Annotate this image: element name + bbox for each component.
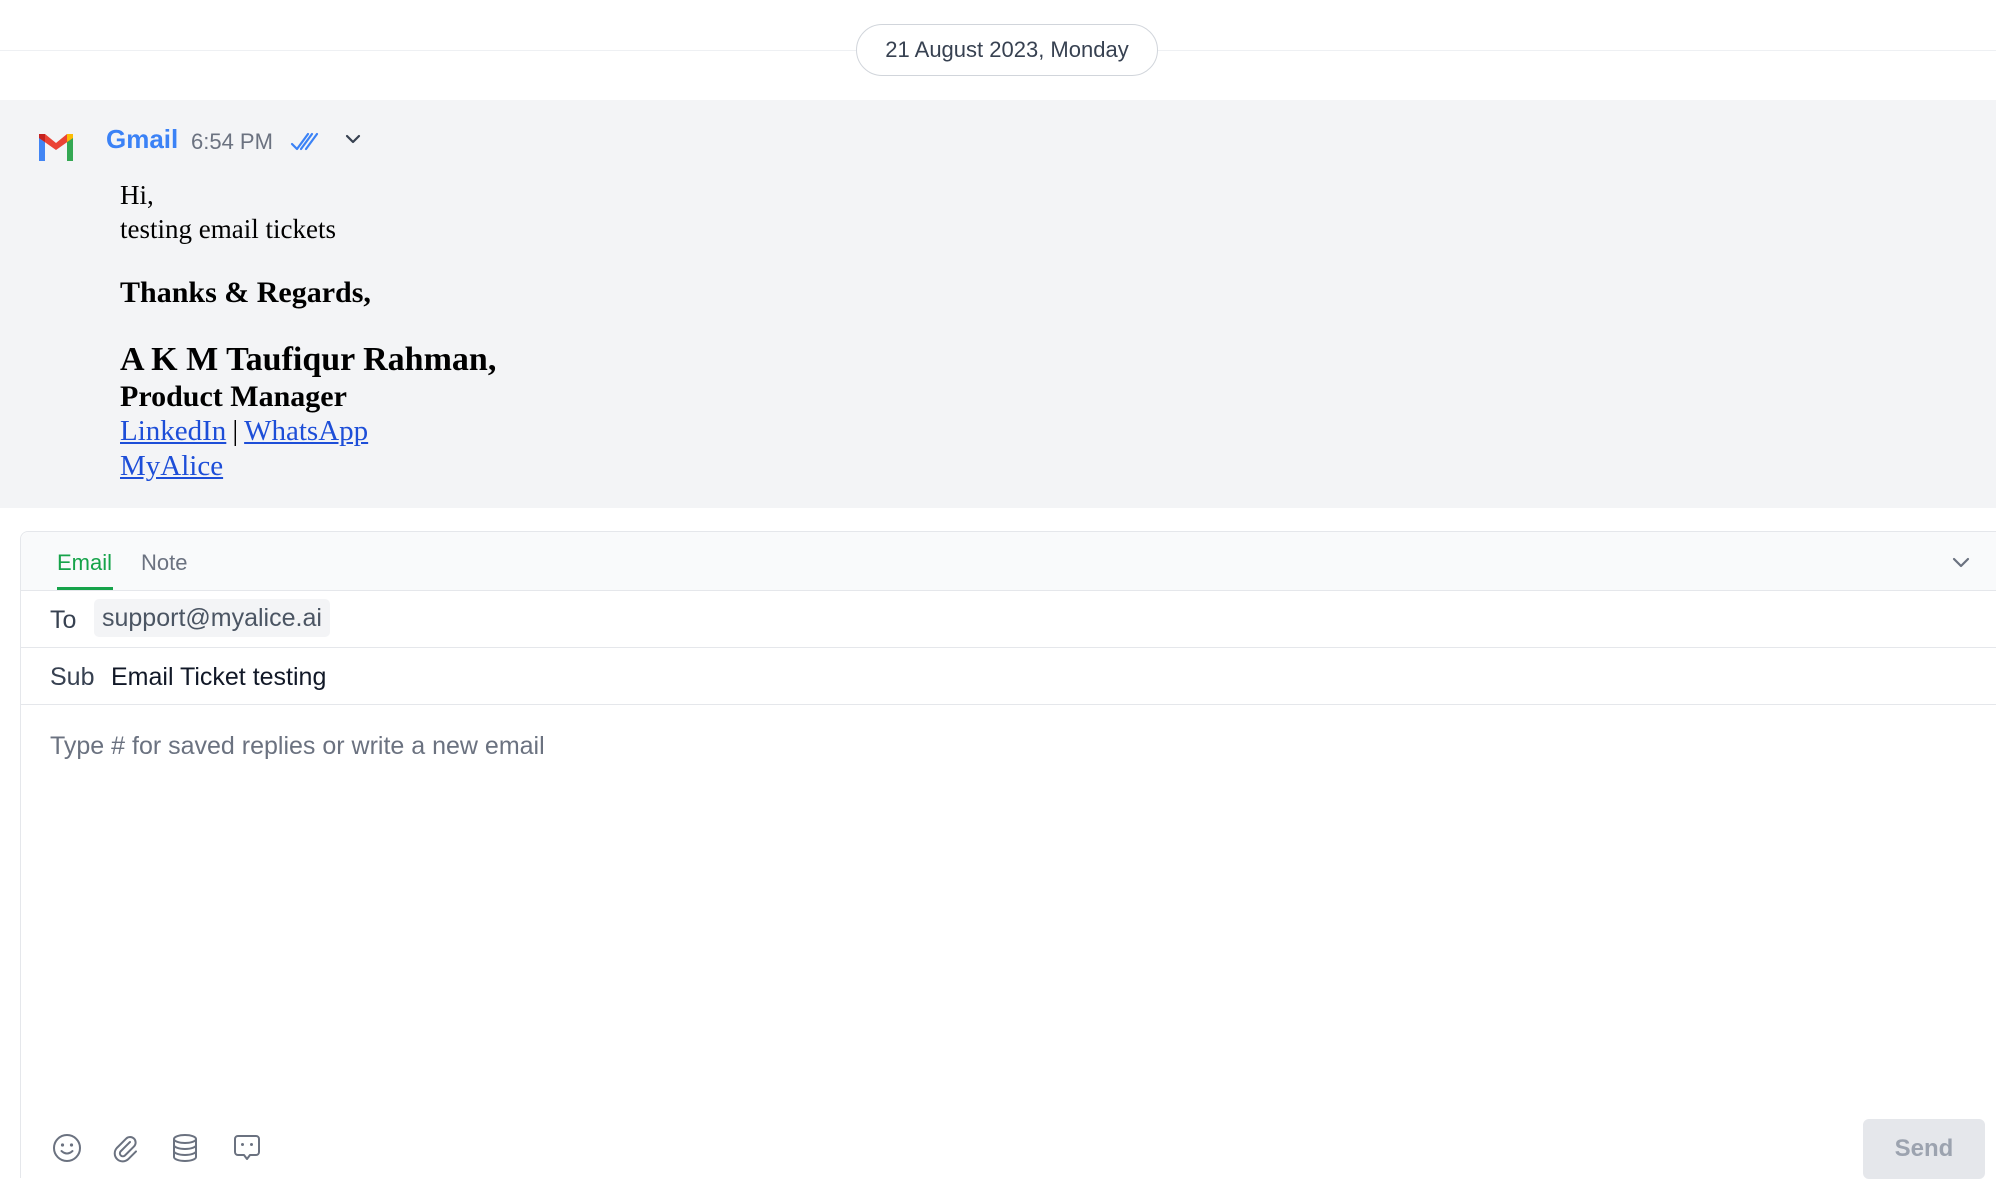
message-text: testing email tickets: [120, 214, 336, 244]
send-button[interactable]: Send: [1863, 1119, 1985, 1179]
greeting: Hi,: [120, 180, 154, 210]
closing: Thanks & Regards,: [120, 276, 371, 309]
attachment-icon[interactable]: [109, 1132, 141, 1164]
collapse-chevron-icon[interactable]: [1950, 551, 1972, 573]
subject-input[interactable]: Email Ticket testing: [111, 663, 326, 692]
linkedin-link[interactable]: LinkedIn: [120, 415, 226, 447]
tab-email[interactable]: Email: [57, 550, 112, 576]
signature-role: Product Manager: [120, 380, 347, 413]
composer-tabs: Email Note: [21, 532, 1996, 591]
recipient-chip[interactable]: support@myalice.ai: [94, 599, 330, 637]
to-field-row: To support@myalice.ai: [21, 590, 1996, 648]
myalice-link[interactable]: MyAlice: [120, 450, 223, 482]
email-body-editor[interactable]: Type # for saved replies or write a new …: [50, 732, 545, 761]
email-message: Gmail 6:54 PM Hi, testing email tickets …: [0, 100, 1996, 508]
to-label: To: [50, 606, 77, 634]
signature-name: A K M Taufiqur Rahman,: [120, 341, 497, 378]
date-separator: 21 August 2023, Monday: [0, 0, 1996, 100]
emoji-icon[interactable]: [51, 1132, 83, 1164]
saved-reply-icon[interactable]: [231, 1132, 263, 1164]
double-check-icon: [290, 132, 319, 151]
date-pill: 21 August 2023, Monday: [856, 24, 1158, 76]
message-body: Hi, testing email tickets Thanks & Regar…: [120, 178, 496, 484]
gmail-icon: [39, 134, 73, 161]
link-separator: |: [232, 415, 239, 447]
whatsapp-link[interactable]: WhatsApp: [244, 415, 368, 447]
database-icon[interactable]: [169, 1132, 201, 1164]
sender-name: Gmail: [106, 124, 179, 154]
reply-composer: Email Note To support@myalice.ai Sub Ema…: [20, 531, 1996, 1179]
subject-field-row[interactable]: Sub Email Ticket testing: [21, 647, 1996, 705]
message-time: 6:54 PM: [191, 129, 273, 154]
subject-label: Sub: [50, 663, 95, 691]
tab-note[interactable]: Note: [141, 550, 187, 576]
message-options-chevron-icon[interactable]: [342, 128, 364, 150]
